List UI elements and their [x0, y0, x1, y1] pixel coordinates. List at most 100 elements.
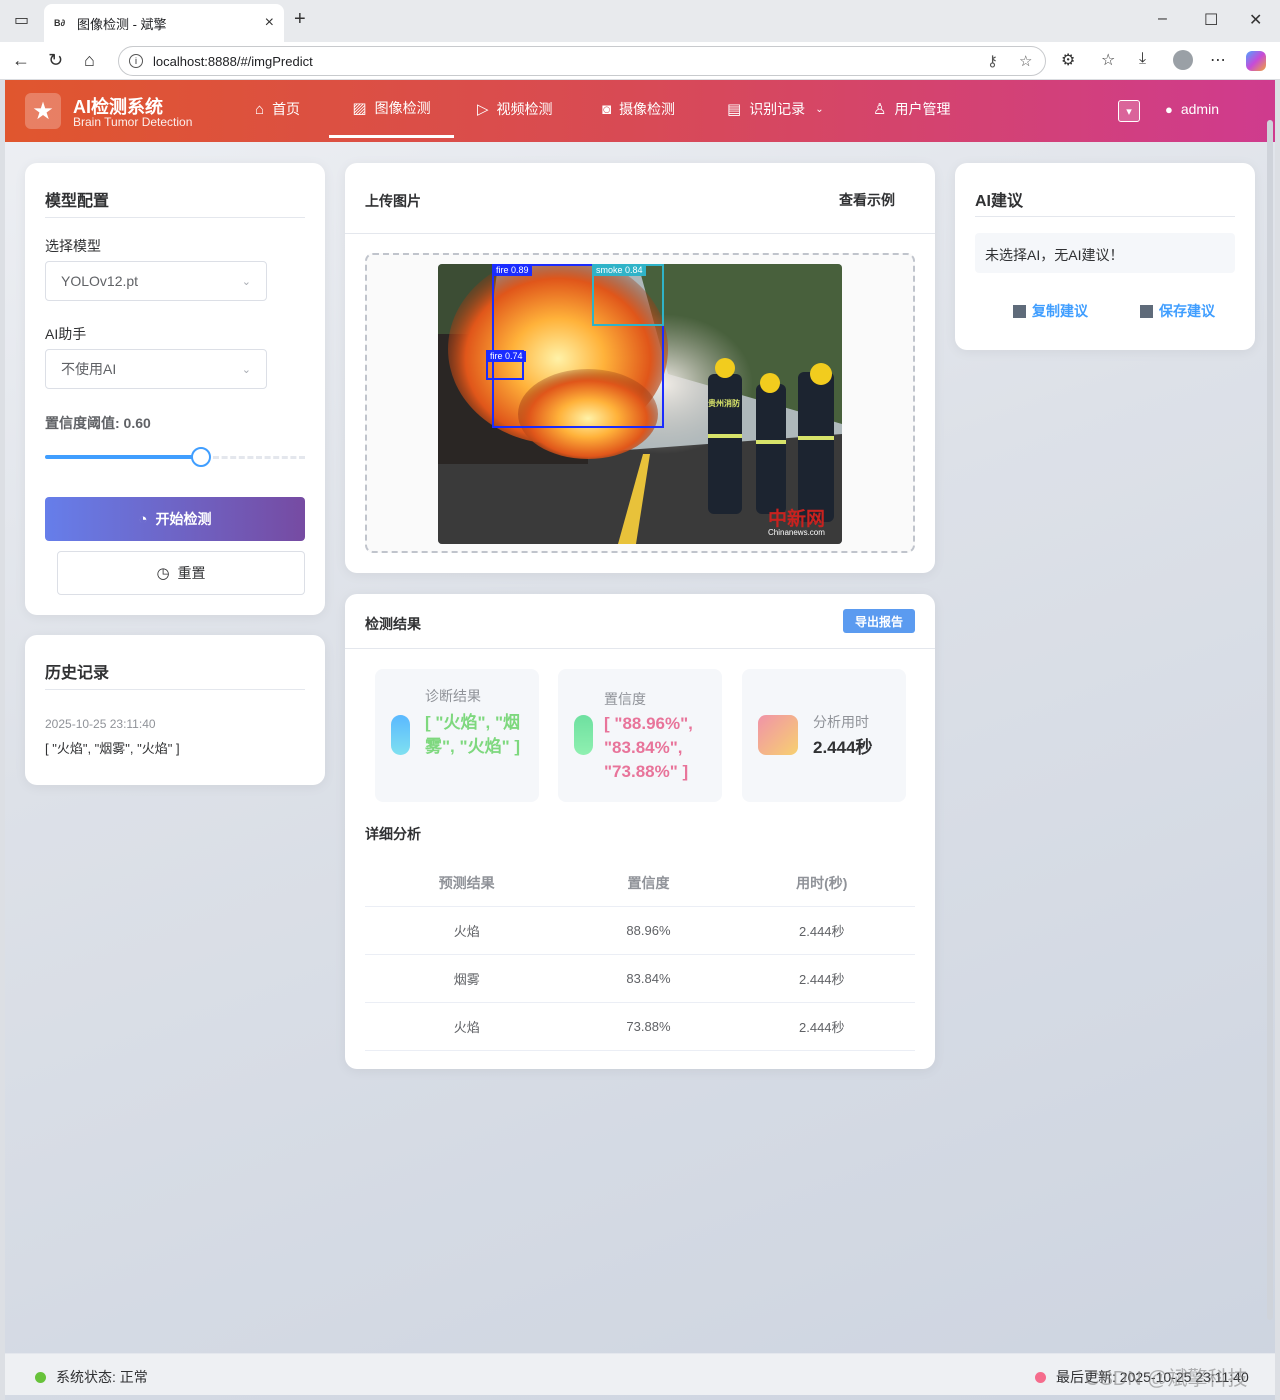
browser-tab[interactable]: B∂ 图像检测 - 斌擎 × — [44, 4, 284, 42]
ai-assistant-label: AI助手 — [45, 326, 87, 342]
stat-bar-icon — [574, 715, 593, 755]
detection-box-smoke: smoke 0.84 — [592, 264, 664, 326]
detection-label: fire 0.89 — [493, 265, 532, 276]
model-select[interactable]: YOLOv12.pt ⌄ — [45, 261, 267, 301]
chevron-down-icon: ⌄ — [241, 275, 251, 288]
model-config-card: 模型配置 选择模型 YOLOv12.pt ⌄ AI助手 不使用AI ⌄ 置信度阈… — [25, 163, 325, 615]
divider — [345, 648, 935, 649]
home-icon: ⌂ — [255, 100, 265, 118]
refresh-icon: ◷ — [156, 565, 170, 582]
stat-value: [ "88.96%", "83.84%", "73.88%" ] — [604, 714, 693, 781]
nav-user-manage-label: 用户管理 — [894, 101, 951, 117]
user-icon: ♙ — [873, 101, 887, 118]
more-menu-icon[interactable]: ⋯ — [1210, 50, 1226, 70]
camera-icon: ◙ — [602, 100, 612, 118]
detection-box-fire-2: fire 0.74 — [486, 350, 526, 380]
user-dropdown[interactable]: ● admin — [1165, 101, 1219, 117]
export-report-button[interactable]: 导出报告 — [843, 609, 915, 633]
save-advice-button[interactable]: 保存建议 — [1140, 301, 1215, 321]
chevron-down-icon: ⌄ — [241, 363, 251, 376]
stat-label: 诊断结果 — [425, 688, 481, 704]
stat-value: [ "火焰", "烟雾", "火焰" ] — [425, 713, 521, 756]
address-bar: ← ↻ ⌂ i localhost:8888/#/imgPredict ⚷ ☆ … — [0, 42, 1280, 80]
play-circle-icon: ▷ — [477, 101, 489, 118]
view-example-link[interactable]: 查看示例 — [839, 190, 895, 210]
stat-duration: 分析用时 2.444秒 — [742, 669, 906, 802]
url-input[interactable]: i localhost:8888/#/imgPredict ⚷ ☆ — [118, 46, 1046, 76]
home-icon[interactable]: ⌂ — [84, 50, 95, 71]
history-time: 2025-10-25 23:11:40 — [45, 717, 156, 731]
image-icon: ▨ — [352, 99, 367, 117]
nav-home[interactable]: ⌂ 首页 — [255, 80, 300, 138]
watermark: 中新网 — [768, 508, 826, 530]
slider-thumb[interactable] — [191, 447, 211, 467]
results-title: 检测结果 — [365, 616, 421, 632]
nav-user-manage[interactable]: ♙ 用户管理 — [873, 80, 950, 138]
upload-title: 上传图片 — [365, 193, 421, 209]
cell-confidence: 73.88% — [568, 1002, 729, 1051]
csdn-watermark: CSDN @斌擎科技 — [1085, 1368, 1248, 1390]
back-icon[interactable]: ← — [12, 50, 30, 71]
download-icon[interactable]: ⤓ — [1139, 50, 1146, 68]
upload-card: 上传图片 查看示例 fire 0.89 smoke 0.84 fire 0.74… — [345, 163, 935, 573]
key-icon[interactable]: ⚷ — [987, 52, 998, 70]
close-tab-icon[interactable]: × — [265, 14, 274, 32]
nav-records-label: 识别记录 — [749, 101, 806, 117]
nav-image-detect-label: 图像检测 — [374, 99, 431, 116]
column-header: 置信度 — [568, 860, 729, 907]
nav-home-label: 首页 — [272, 101, 301, 117]
detail-title: 详细分析 — [365, 826, 421, 842]
cell-result: 烟雾 — [365, 954, 569, 1003]
cell-result: 火焰 — [365, 906, 569, 955]
threshold-label: 置信度阈值: 0.60 — [45, 415, 151, 431]
chevron-down-icon: ⌄ — [815, 103, 824, 115]
system-status-text: 系统状态: 正常 — [56, 1369, 148, 1385]
copy-icon — [1013, 304, 1026, 318]
copy-advice-button[interactable]: 复制建议 — [1013, 301, 1088, 321]
favicon-icon: B∂ — [54, 18, 65, 28]
ai-assistant-select[interactable]: 不使用AI ⌄ — [45, 349, 267, 389]
new-tab-icon[interactable]: + — [294, 8, 306, 31]
star-logo-icon: ★ — [25, 93, 61, 129]
model-select-value: YOLOv12.pt — [61, 273, 139, 289]
results-card: 检测结果 导出报告 诊断结果 [ "火焰", "烟雾", "火焰" ] 置信度 … — [345, 594, 935, 1069]
user-avatar-icon: ● — [1165, 101, 1173, 117]
site-info-icon[interactable]: i — [129, 54, 143, 68]
maximize-icon[interactable]: ☐ — [1204, 10, 1218, 30]
divider — [45, 689, 305, 690]
favorite-star-icon[interactable]: ☆ — [1019, 52, 1032, 70]
copilot-icon[interactable] — [1246, 51, 1266, 71]
nav-records[interactable]: ▤ 识别记录 ⌄ — [727, 80, 824, 138]
image-upload-area[interactable]: fire 0.89 smoke 0.84 fire 0.74 贵州消防 中新网 … — [365, 253, 915, 553]
reload-icon[interactable]: ↻ — [48, 50, 63, 71]
app-header: ★ AI检测系统 Brain Tumor Detection ⌂ 首页 ▨ 图像… — [5, 80, 1275, 142]
sidebar-toggle-icon[interactable]: ▭ — [14, 10, 29, 30]
nav-video-detect[interactable]: ▷ 视频检测 — [477, 80, 553, 138]
stat-label: 置信度 — [604, 691, 646, 707]
threshold-slider[interactable] — [45, 447, 305, 467]
nav-image-detect[interactable]: ▨ 图像检测 — [329, 80, 454, 138]
start-detect-label: 开始检测 — [155, 511, 212, 527]
username: admin — [1180, 101, 1219, 117]
profile-avatar-icon[interactable] — [1173, 50, 1193, 70]
page-scrollbar[interactable] — [1267, 120, 1273, 1320]
reset-button[interactable]: ◷ 重置 — [57, 551, 305, 595]
extensions-icon[interactable]: ⚙ — [1061, 50, 1075, 70]
favorites-icon[interactable]: ☆ — [1101, 50, 1115, 70]
nav-camera-detect[interactable]: ◙ 摄像检测 — [602, 80, 675, 138]
stat-diagnosis: 诊断结果 [ "火焰", "烟雾", "火焰" ] — [375, 669, 539, 802]
start-detect-button[interactable]: ◔ 开始检测 — [45, 497, 305, 541]
minimize-icon[interactable]: – — [1158, 10, 1167, 28]
vest-text: 贵州消防 — [708, 399, 740, 408]
cell-duration: 2.444秒 — [728, 906, 915, 955]
stat-square-icon — [758, 715, 798, 755]
column-header: 用时(秒) — [728, 860, 915, 907]
notification-badge-icon[interactable]: ▾ — [1118, 100, 1140, 122]
column-header: 预测结果 — [365, 860, 569, 907]
browser-tab-bar: ▭ B∂ 图像检测 - 斌擎 × + – ☐ ✕ — [0, 0, 1280, 42]
history-card: 历史记录 2025-10-25 23:11:40 [ "火焰", "烟雾", "… — [25, 635, 325, 785]
window-close-icon[interactable]: ✕ — [1249, 10, 1262, 30]
stat-value: 2.444秒 — [813, 738, 873, 757]
history-result[interactable]: [ "火焰", "烟雾", "火焰" ] — [45, 738, 180, 757]
cell-duration: 2.444秒 — [728, 1002, 915, 1051]
